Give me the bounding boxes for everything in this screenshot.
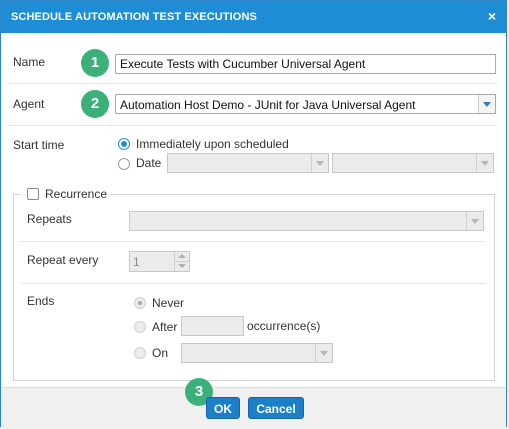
close-icon[interactable]: × (488, 8, 496, 24)
chevron-down-icon[interactable] (478, 95, 495, 113)
start-immediately-label: Immediately upon scheduled (136, 137, 289, 151)
stepper-down-icon[interactable] (174, 262, 189, 271)
chevron-down-icon (466, 212, 483, 230)
ok-button[interactable]: OK (206, 397, 240, 419)
divider (21, 283, 485, 284)
occurrences-label: occurrence(s) (247, 319, 321, 333)
ends-on-label: On (152, 346, 169, 360)
ends-never-radio[interactable] (134, 297, 146, 309)
divider (21, 241, 485, 242)
schedule-dialog: SCHEDULE AUTOMATION TEST EXECUTIONS × Na… (0, 0, 507, 427)
ends-after-label: After (152, 320, 178, 334)
repeats-label: Repeats (27, 212, 72, 226)
start-time-label: Start time (13, 138, 65, 152)
start-date-label: Date (136, 156, 162, 170)
cancel-button[interactable]: Cancel (248, 397, 304, 419)
chevron-down-icon (315, 344, 332, 362)
repeat-every-value: 1 (133, 255, 140, 269)
repeat-every-label: Repeat every (27, 253, 99, 267)
start-time-select[interactable] (332, 153, 494, 173)
stepper-up-icon[interactable] (174, 252, 189, 262)
agent-label: Agent (13, 97, 45, 111)
recurrence-checkbox[interactable] (27, 188, 39, 200)
dialog-titlebar: SCHEDULE AUTOMATION TEST EXECUTIONS × (1, 1, 506, 33)
agent-select-value: Automation Host Demo - JUnit for Java Un… (120, 98, 416, 112)
ends-never-label: Never (152, 296, 185, 310)
divider (7, 125, 497, 126)
recurrence-label: Recurrence (45, 187, 108, 201)
start-immediately-radio[interactable] (118, 138, 130, 150)
dialog-title: SCHEDULE AUTOMATION TEST EXECUTIONS (11, 11, 257, 23)
ends-after-radio[interactable] (134, 321, 146, 333)
repeats-select[interactable] (129, 211, 484, 231)
divider (7, 83, 497, 84)
chevron-down-icon (476, 154, 493, 172)
recurrence-legend: Recurrence (21, 186, 111, 202)
dialog-footer: 3 OK Cancel (1, 378, 506, 427)
step-badge-1: 1 (81, 49, 109, 77)
agent-select[interactable]: Automation Host Demo - JUnit for Java Un… (115, 94, 496, 114)
repeat-every-stepper[interactable]: 1 (129, 251, 190, 272)
ends-label: Ends (27, 294, 55, 308)
name-input[interactable]: Execute Tests with Cucumber Universal Ag… (115, 54, 496, 74)
ends-on-radio[interactable] (134, 347, 146, 359)
start-date-select[interactable] (167, 153, 329, 173)
step-badge-2: 2 (81, 90, 109, 118)
chevron-down-icon (311, 154, 328, 172)
ends-on-date-select[interactable] (181, 343, 333, 363)
start-date-radio[interactable] (118, 158, 130, 170)
name-label: Name (13, 55, 46, 69)
ends-after-count-input[interactable] (181, 316, 244, 336)
